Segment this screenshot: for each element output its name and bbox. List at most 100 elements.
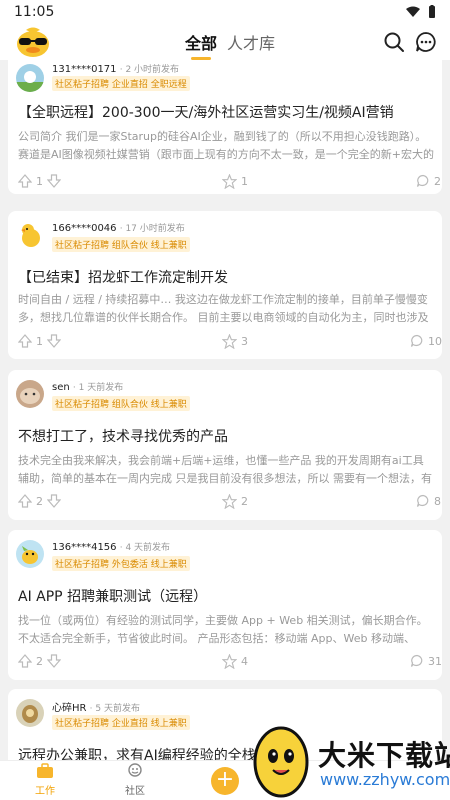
message-icon[interactable] <box>414 30 438 54</box>
post-tags: 社区粘子招聘 组队合伙 线上兼职 <box>52 237 190 252</box>
post-tag: 社区粘子招聘 外包委活 线上兼职 <box>52 556 190 571</box>
post-title[interactable]: 不想打工了，技术寻找优秀的产品 <box>18 426 228 446</box>
user-avatar[interactable] <box>16 380 44 408</box>
post-tags: 社区粘子招聘 外包委活 线上兼职 <box>52 556 190 571</box>
user-avatar[interactable] <box>16 64 44 92</box>
watermark: 大米下载站 www.zzhyw.com <box>248 718 450 800</box>
star-count: 1 <box>241 175 248 188</box>
post-time: · 2 小时前发布 <box>119 65 180 75</box>
add-post-button[interactable]: + <box>211 767 239 795</box>
post-card[interactable]: sen · 1 天前发布 社区粘子招聘 组队合伙 线上兼职 不想打工了，技术寻找… <box>8 370 442 520</box>
thumb-down-icon[interactable] <box>47 334 61 348</box>
comment-icon[interactable] <box>416 494 430 508</box>
mascot-egg-icon <box>253 726 309 798</box>
header-tabs: 全部 人才库 <box>185 30 275 60</box>
post-author: sen · 1 天前发布 <box>52 380 123 393</box>
post-actions: 1 3 10 <box>18 332 442 352</box>
post-tag: 社区粘子招聘 企业直招 全职远程 <box>52 76 190 91</box>
watermark-name: 大米下载站 <box>318 739 450 772</box>
tab-talent-pool[interactable]: 人才库 <box>227 30 275 54</box>
vote-control[interactable]: 1 <box>18 174 61 188</box>
post-title[interactable]: AI APP 招聘兼职测试（远程） <box>18 586 207 606</box>
vote-control[interactable]: 2 <box>18 654 61 668</box>
thumb-up-icon[interactable] <box>18 494 32 508</box>
post-tags: 社区粘子招聘 企业直招 线上兼职 <box>52 715 190 730</box>
comment-icon[interactable] <box>410 654 424 668</box>
user-avatar[interactable] <box>16 540 44 568</box>
comment-control[interactable]: 10 <box>410 334 442 348</box>
star-icon[interactable] <box>222 654 237 669</box>
nav-work-label: 工作 <box>35 786 55 797</box>
favorite-control[interactable]: 2 <box>222 494 248 509</box>
status-bar: 11:05 <box>0 0 450 24</box>
comment-icon[interactable] <box>416 174 430 188</box>
post-tags: 社区粘子招聘 组队合伙 线上兼职 <box>52 396 190 411</box>
comment-count: 10 <box>428 334 442 348</box>
thumb-down-icon[interactable] <box>47 654 61 668</box>
star-count: 2 <box>241 495 248 508</box>
briefcase-icon[interactable] <box>36 763 54 779</box>
star-icon[interactable] <box>222 334 237 349</box>
post-time: · 4 天前发布 <box>119 543 171 553</box>
tab-all[interactable]: 全部 <box>185 30 217 60</box>
post-title[interactable]: 【全职远程】200-300一天/海外社区运营实习生/视频AI营销 <box>18 102 394 122</box>
star-count: 4 <box>241 655 248 668</box>
post-time: · 17 小时前发布 <box>119 224 185 234</box>
wifi-icon <box>406 6 420 17</box>
user-avatar[interactable] <box>16 221 44 249</box>
nav-community-label: 社区 <box>125 786 145 797</box>
post-actions: 1 1 2 <box>18 172 441 192</box>
post-card[interactable]: 166****0046 · 17 小时前发布 社区粘子招聘 组队合伙 线上兼职 … <box>8 211 442 359</box>
comment-control[interactable]: 31 <box>410 654 442 668</box>
thumb-up-icon[interactable] <box>18 174 32 188</box>
like-count: 1 <box>36 334 43 348</box>
comment-count: 2 <box>434 174 441 188</box>
post-username: sen <box>52 382 70 393</box>
nav-work[interactable]: 工作 <box>15 763 75 797</box>
post-username: 166****0046 <box>52 223 117 234</box>
favorite-control[interactable]: 3 <box>222 334 248 349</box>
comment-control[interactable]: 2 <box>416 174 441 188</box>
comment-icon[interactable] <box>410 334 424 348</box>
post-feed[interactable]: 131****0171 · 2 小时前发布 社区粘子招聘 企业直招 全职远程 【… <box>0 60 450 760</box>
post-description: 技术完全由我来解决，我会前端+后端+运维，也懂一些产品 我的开发周期有ai工具辅… <box>18 454 432 485</box>
duck-logo-icon[interactable] <box>14 26 52 58</box>
post-title[interactable]: 远程办公兼职，求有AI编程经验的全栈大 <box>18 745 270 760</box>
vote-control[interactable]: 2 <box>18 494 61 508</box>
post-tag: 社区粘子招聘 组队合伙 线上兼职 <box>52 396 190 411</box>
post-card[interactable]: 136****4156 · 4 天前发布 社区粘子招聘 外包委活 线上兼职 AI… <box>8 530 442 680</box>
thumb-up-icon[interactable] <box>18 334 32 348</box>
post-author: 136****4156 · 4 天前发布 <box>52 540 170 553</box>
community-icon[interactable] <box>126 763 144 779</box>
post-author: 131****0171 · 2 小时前发布 <box>52 62 179 75</box>
favorite-control[interactable]: 4 <box>222 654 248 669</box>
post-description: 时间自由 / 远程 / 持续招募中… 我这边在做龙虾工作流定制的接单，目前单子慢… <box>18 293 429 324</box>
post-actions: 2 2 8 <box>18 492 441 512</box>
post-title[interactable]: 【已结束】招龙虾工作流定制开发 <box>18 267 228 287</box>
comment-count: 8 <box>434 494 441 508</box>
watermark-url: www.zzhyw.com <box>320 770 450 789</box>
user-avatar[interactable] <box>16 699 44 727</box>
app-header: 全部 人才库 <box>0 24 450 60</box>
star-icon[interactable] <box>222 494 237 509</box>
star-icon[interactable] <box>222 174 237 189</box>
post-username: 心碎HR <box>52 703 87 714</box>
thumb-down-icon[interactable] <box>47 174 61 188</box>
thumb-up-icon[interactable] <box>18 654 32 668</box>
vote-control[interactable]: 1 <box>18 334 61 348</box>
post-actions: 2 4 31 <box>18 652 442 672</box>
like-count: 2 <box>36 494 43 508</box>
comment-count: 31 <box>428 654 442 668</box>
post-time: · 1 天前发布 <box>72 383 124 393</box>
post-tag: 社区粘子招聘 组队合伙 线上兼职 <box>52 237 190 252</box>
nav-community[interactable]: 社区 <box>105 763 165 797</box>
post-author: 心碎HR · 5 天前发布 <box>52 699 140 714</box>
search-icon[interactable] <box>382 30 406 54</box>
comment-control[interactable]: 8 <box>416 494 441 508</box>
post-author: 166****0046 · 17 小时前发布 <box>52 221 185 234</box>
thumb-down-icon[interactable] <box>47 494 61 508</box>
favorite-control[interactable]: 1 <box>222 174 248 189</box>
post-card[interactable]: 131****0171 · 2 小时前发布 社区粘子招聘 企业直招 全职远程 【… <box>8 60 442 194</box>
battery-icon <box>429 5 435 18</box>
post-username: 131****0171 <box>52 64 117 75</box>
